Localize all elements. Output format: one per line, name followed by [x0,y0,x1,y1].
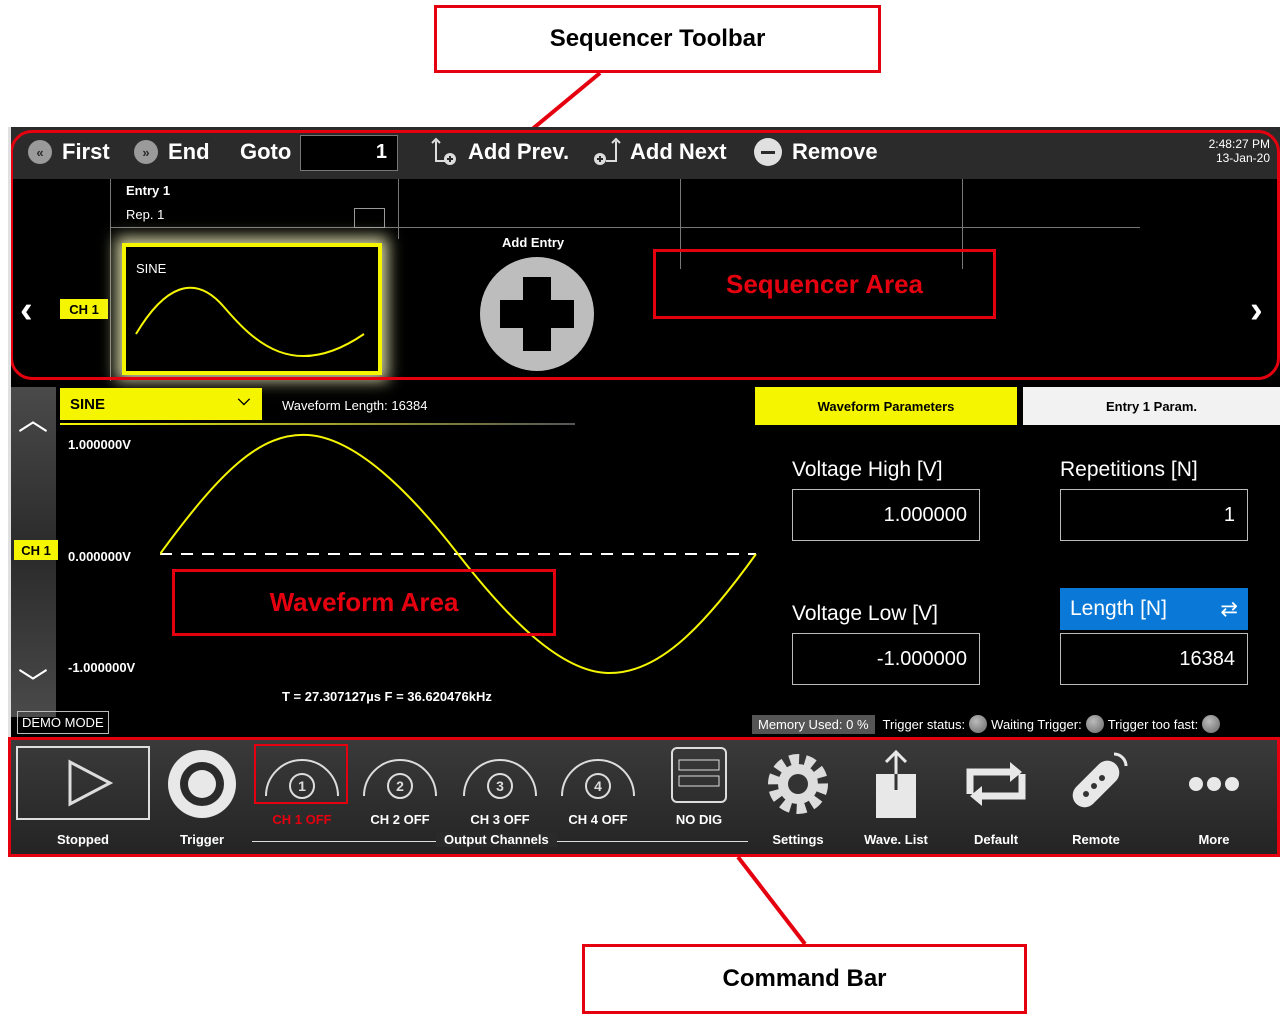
sequencer-outline [10,130,1280,380]
trigger-too-fast-label: Trigger too fast: [1107,716,1199,732]
length-label: Length [N] [1070,597,1167,620]
voltage-low-label: Voltage Low [V] [792,602,938,625]
trigger-status-label: Trigger status: [882,716,966,732]
tab-waveform-parameters[interactable]: Waveform Parameters [755,387,1017,425]
scroll-up-icon[interactable]: ︿ [18,395,48,439]
repetitions-field[interactable]: 1 [1060,489,1248,541]
callout-text: Command Bar [722,965,887,992]
waveform-channel-tag: CH 1 [14,540,58,560]
status-row: Memory Used: 0 % Trigger status: Waiting… [752,713,1280,735]
waveform-plot [160,433,757,675]
swap-icon: ⇄ [1220,597,1238,621]
demo-mode-badge: DEMO MODE [17,711,109,734]
scroll-down-icon[interactable]: ﹀ [18,659,48,703]
y-max-label: 1.000000V [68,437,131,452]
trigger-too-fast-led-icon [1202,715,1221,733]
chevron-down-icon: ⌵ [237,392,250,409]
waveform-length: Waveform Length: 16384 [282,398,428,413]
y-zero-label: 0.000000V [68,549,131,564]
trigger-status-led-icon [969,715,988,733]
command-bar-callout: Command Bar [582,944,1027,1014]
voltage-high-field[interactable]: 1.000000 [792,489,980,541]
y-min-label: -1.000000V [68,660,136,675]
waveform-type-value: SINE [70,395,106,413]
waiting-trigger-led-icon [1085,715,1104,733]
waveform-type-select[interactable]: SINE ⌵ [60,388,262,420]
length-label-button[interactable]: Length [N] ⇄ [1060,588,1248,630]
voltage-low-field[interactable]: -1.000000 [792,633,980,685]
tab-entry-parameters[interactable]: Entry 1 Param. [1023,387,1280,425]
window-edge [8,127,11,737]
waveform-underline [60,423,575,425]
memory-used: Memory Used: 0 % [752,714,875,734]
waiting-trigger-label: Waiting Trigger: [991,716,1082,732]
repetitions-label: Repetitions [N] [1060,458,1198,481]
period-frequency: T = 27.307127µs F = 36.620476kHz [282,689,492,704]
waveform-area-callout: Waveform Area [172,569,556,636]
command-bar-outline [8,737,1280,857]
length-field[interactable]: 16384 [1060,633,1248,685]
voltage-high-label: Voltage High [V] [792,458,943,481]
